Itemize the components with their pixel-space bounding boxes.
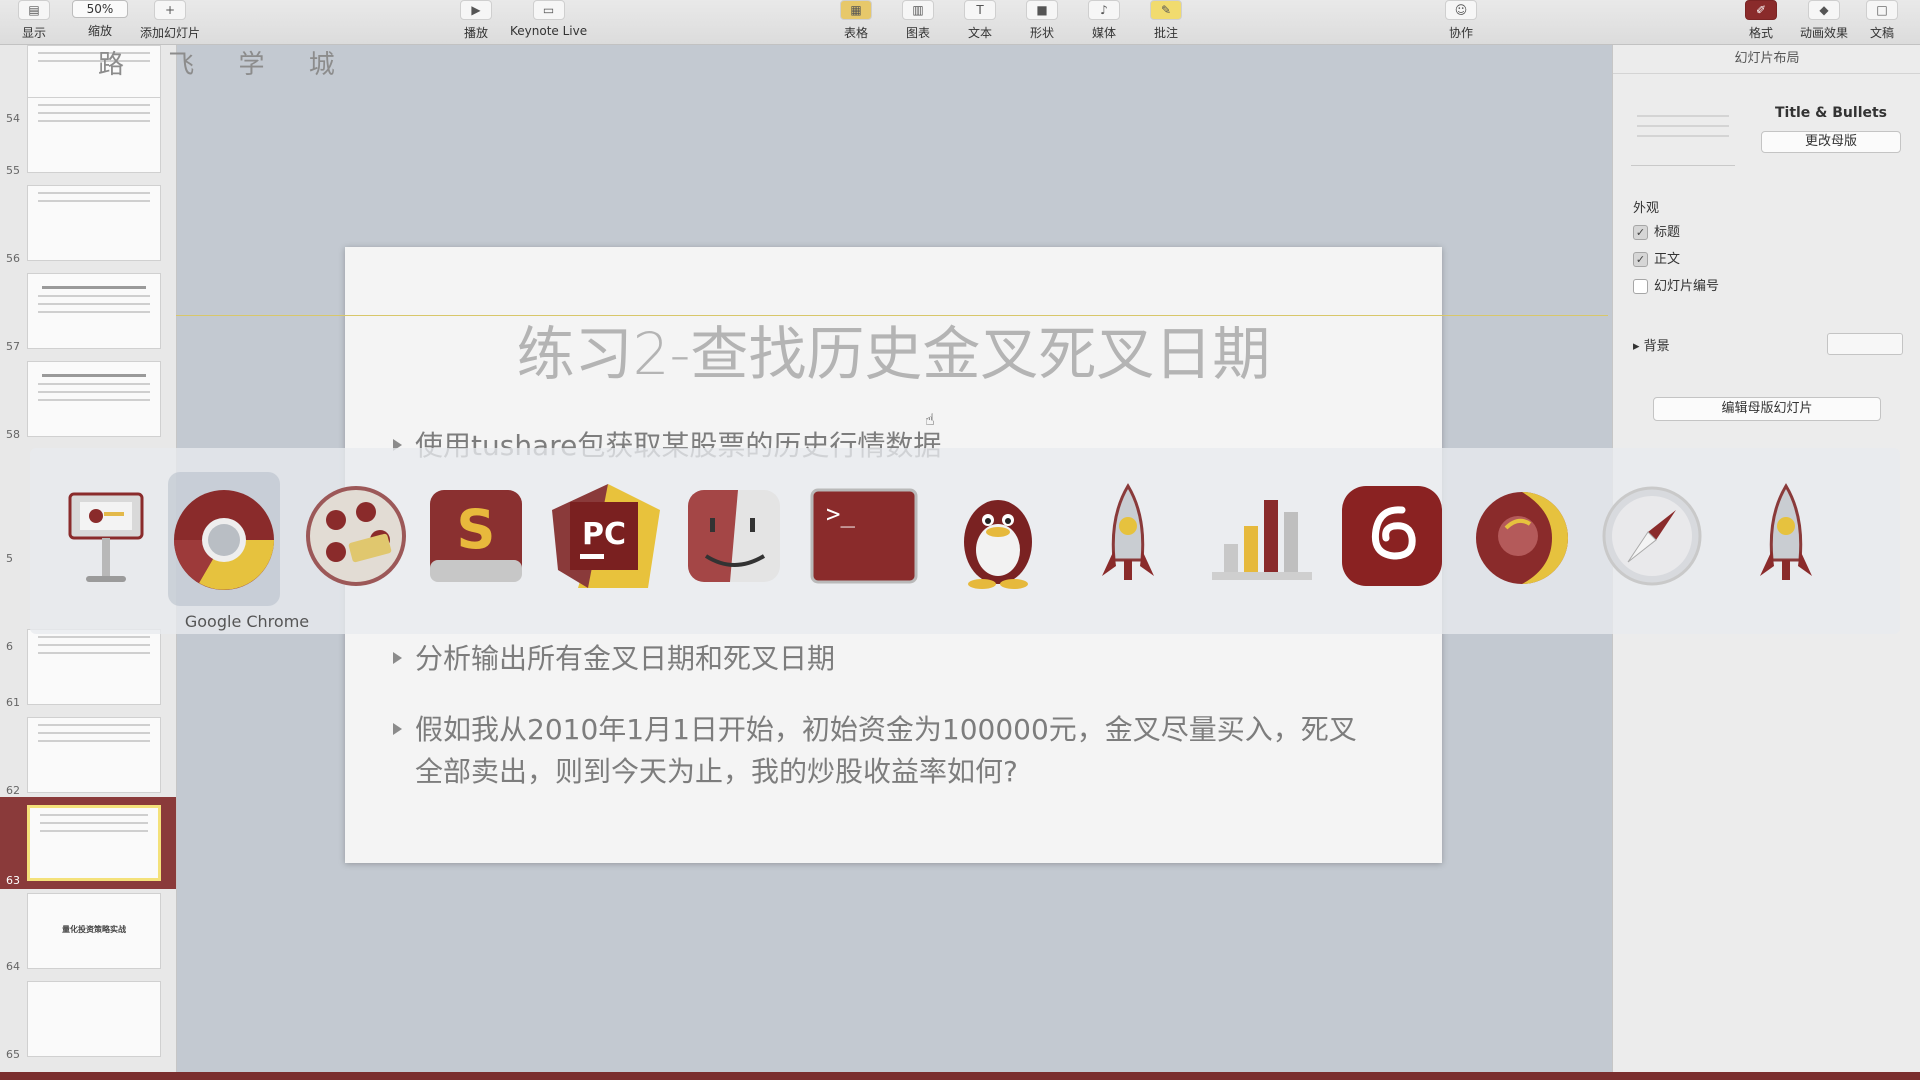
slide-thumbnail[interactable]: 量化投资策略实战 64 — [0, 893, 176, 975]
hand-cursor-icon: ☝ — [925, 410, 935, 429]
bullet-item[interactable]: 分析输出所有金叉日期和死叉日期 — [393, 638, 1375, 680]
animate-icon: ◆ — [1808, 0, 1840, 20]
table-icon: ▦ — [840, 0, 872, 20]
slide-thumbnail[interactable]: 57 — [0, 273, 176, 355]
bullet-item[interactable]: 假如我从2010年1月1日开始，初始资金为100000元，金叉尽量买入，死叉全部… — [393, 709, 1375, 793]
slide-thumbnail[interactable]: 65 — [0, 981, 176, 1063]
shape-button[interactable]: ■ 形状 — [1026, 0, 1058, 41]
keynote-icon[interactable] — [50, 480, 162, 592]
inspector-header: 幻灯片布局 — [1613, 45, 1920, 74]
dock: S PC >_ — [30, 448, 1900, 634]
comment-icon: ✎ — [1150, 0, 1182, 20]
comment-button[interactable]: ✎ 批注 — [1150, 0, 1182, 41]
disclosure-triangle-icon: ▸ — [1633, 339, 1644, 354]
master-thumbnail[interactable] — [1631, 107, 1735, 166]
appearance-label: 外观 — [1633, 201, 1660, 216]
body-checkbox[interactable]: ✓ 正文 — [1633, 252, 1680, 270]
text-icon: T — [964, 0, 996, 20]
svg-text:S: S — [457, 498, 496, 561]
slide-thumbnail[interactable]: 55 — [0, 97, 176, 179]
play-button[interactable]: ▶ 播放 — [460, 0, 492, 41]
keynote-live-button[interactable]: ▭ Keynote Live — [510, 0, 587, 38]
launchpad-rocket-icon[interactable] — [1072, 480, 1184, 592]
format-brush-icon: ✐ — [1745, 0, 1777, 20]
rocket-icon[interactable] — [1730, 480, 1842, 592]
play-icon: ▶ — [460, 0, 492, 20]
svg-text:>_: >_ — [826, 500, 855, 528]
check-icon: ✓ — [1633, 252, 1648, 267]
background-disclosure[interactable]: ▸ 背景 — [1633, 335, 1670, 354]
zoom-select[interactable]: 50% — [72, 0, 128, 18]
shape-icon: ■ — [1026, 0, 1058, 20]
bullet-triangle-icon — [393, 652, 402, 664]
check-icon: ✓ — [1633, 225, 1648, 240]
live-icon: ▭ — [532, 0, 565, 20]
chrome-icon[interactable] — [168, 472, 280, 606]
qq-icon[interactable] — [942, 480, 1054, 592]
plus-icon: + — [154, 0, 186, 20]
media-icon: ♪ — [1088, 0, 1120, 20]
slide-thumbnail[interactable]: 58 — [0, 361, 176, 443]
slide-title[interactable]: 练习2-查找历史金叉死叉日期 — [345, 307, 1442, 391]
master-name: Title & Bullets — [1774, 105, 1888, 121]
slide-thumbnail[interactable]: 62 — [0, 717, 176, 799]
media-button[interactable]: ♪ 媒体 — [1088, 0, 1120, 41]
document-button[interactable]: □ 文稿 — [1866, 0, 1898, 41]
animate-button[interactable]: ◆ 动画效果 — [1800, 0, 1848, 41]
text-button[interactable]: T 文本 — [964, 0, 996, 41]
chart-button[interactable]: ▥ 图表 — [902, 0, 934, 41]
netease-music-icon[interactable] — [1336, 480, 1448, 592]
alignment-guide — [176, 315, 1608, 316]
title-checkbox[interactable]: ✓ 标题 — [1633, 225, 1680, 243]
sidebar-icon: ▤ — [18, 0, 50, 20]
toolbar: ▤ 显示 50% 缩放 + 添加幻灯片 ▶ 播放 ▭ Keynote Live ▦ 表格 ▥… — [0, 0, 1920, 45]
collaborate-icon: ☺ — [1445, 0, 1477, 20]
svg-text:PC: PC — [582, 517, 626, 552]
collaborate-button[interactable]: ☺ 协作 — [1445, 0, 1477, 41]
zoom-button[interactable]: 50% 缩放 — [72, 0, 128, 39]
background-color-well[interactable] — [1827, 333, 1903, 355]
slide-thumbnail-selected[interactable]: 63 — [0, 797, 176, 889]
format-button[interactable]: ✐ 格式 — [1745, 0, 1777, 41]
view-button[interactable]: ▤ 显示 — [18, 0, 50, 41]
watermark-logo: 路 飞 学 城 — [98, 50, 353, 80]
numbers-icon[interactable] — [1206, 480, 1318, 592]
slide-number-checkbox[interactable]: 幻灯片编号 — [1633, 279, 1719, 297]
change-master-button[interactable]: 更改母版 — [1761, 131, 1901, 153]
document-icon: □ — [1866, 0, 1898, 20]
video-player-icon[interactable] — [300, 480, 412, 592]
edit-master-button[interactable]: 编辑母版幻灯片 — [1653, 397, 1881, 421]
table-button[interactable]: ▦ 表格 — [840, 0, 872, 41]
safari-icon[interactable] — [1596, 480, 1708, 592]
bottom-edge-bar — [0, 1072, 1920, 1080]
finder-icon[interactable] — [678, 480, 790, 592]
add-slide-button[interactable]: + 添加幻灯片 — [140, 0, 200, 41]
sublime-text-icon[interactable]: S — [420, 480, 532, 592]
bullet-triangle-icon — [393, 723, 402, 735]
slide-thumbnail[interactable]: 56 — [0, 185, 176, 267]
terminal-icon[interactable]: >_ — [808, 480, 920, 592]
pycharm-icon[interactable]: PC — [548, 480, 660, 592]
dock-hover-label: Google Chrome — [184, 612, 310, 631]
chart-icon: ▥ — [902, 0, 934, 20]
firefox-icon[interactable] — [1466, 480, 1578, 592]
slide-thumbnail[interactable]: 61 — [0, 629, 176, 711]
